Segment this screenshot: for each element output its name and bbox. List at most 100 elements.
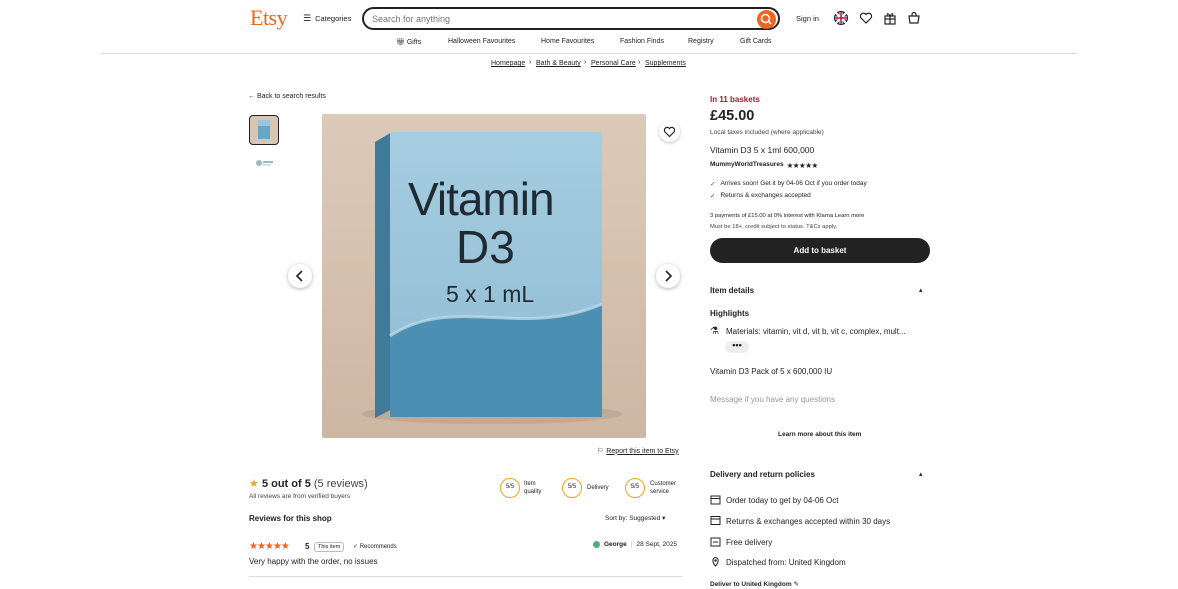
check-icon: ✓ [710,181,716,188]
search-icon [760,13,772,25]
verified-note: All reviews are from verified buyers [249,493,351,500]
klarna-note: Must be 18+, credit subject to status. T… [710,224,838,230]
customer-service-rating: 5/5 [625,478,645,498]
this-item-badge: This item [314,542,345,552]
reviewer-info: George | 28 Sept, 2025 [593,541,677,548]
basket-icon[interactable] [907,11,921,25]
deliver-to-label: Deliver to United Kingdom [710,581,792,588]
reviews-for-shop-tab[interactable]: Reviews for this shop [249,514,332,523]
dispatched-from-text: Dispatched from: United Kingdom [726,558,846,567]
learn-more-button[interactable]: Learn more about this item [778,431,861,438]
add-to-favourites-button[interactable] [659,121,680,142]
breadcrumb-separator: › [584,59,587,66]
nav-registry[interactable]: Registry [688,38,714,45]
klarna-info[interactable]: 3 payments of £15.00 at 0% interest with… [710,213,864,219]
message-seller-prompt[interactable]: Message if you have any questions [710,395,835,404]
calendar-icon [710,495,721,505]
item-details-toggle[interactable]: Item details [710,286,754,295]
nav-halloween[interactable]: Halloween Favourites [448,38,515,45]
breadcrumb-supplements[interactable]: Supplements [645,60,686,67]
nav-fashion-finds[interactable]: Fashion Finds [620,38,664,45]
categories-button[interactable]: ☰ Categories [303,13,351,24]
shop-info: MummyWorldTreasures ★★★★★ [710,161,818,170]
nav-gift-cards[interactable]: Gift Cards [740,38,772,45]
review-rating-number: 5 [305,542,310,551]
order-today-text: Order today to get by 04-06 Oct [726,496,839,505]
report-label: Report this item to Etsy [606,447,679,455]
check-icon: ✓ [710,193,716,200]
breadcrumb-bath-beauty[interactable]: Bath & Beauty [536,60,581,67]
heart-icon [663,126,676,138]
search-bar [362,7,780,30]
shop-name-link[interactable]: MummyWorldTreasures [710,161,784,170]
thumbnail-box-image [258,120,270,139]
review-divider [249,576,682,577]
etsy-logo[interactable]: Etsy [250,5,288,31]
box-label-d3: D3 [456,221,515,273]
in-baskets-label: In 11 baskets [710,95,760,104]
deliver-to-link[interactable]: Deliver to United Kingdom ✎ [710,580,799,588]
breadcrumb-personal-care[interactable]: Personal Care [591,60,636,67]
nav-gifts-label: Gifts [406,39,422,46]
recommends-label: ✓ Recommends [353,544,397,550]
returns-icon [710,516,721,525]
breadcrumb-homepage[interactable]: Homepage [491,60,525,67]
show-more-button[interactable]: ••• [725,341,749,353]
back-label: Back to search results [256,93,326,100]
delivery-rating: 5/5 [562,478,582,498]
add-to-basket-button[interactable]: Add to basket [710,238,930,263]
tax-note: Local taxes included (where applicable) [710,129,824,136]
sort-dropdown[interactable]: Sort by: Suggested ▾ [605,514,665,522]
review-summary: ★ 5 out of 5 (5 reviews) [249,477,368,490]
thumbnail-logo-image [256,160,273,166]
chevron-down-icon: ▾ [662,515,666,522]
delivery-policies-toggle[interactable]: Delivery and return policies [710,470,815,479]
avatar [593,541,600,548]
product-title: Vitamin D3 5 x 1ml 600,000 [710,145,815,155]
separator: | [630,541,633,548]
signin-link[interactable]: Sign in [796,14,819,23]
thumbnail-1[interactable] [249,115,279,145]
flag-icon: ⚐ [597,448,604,455]
star-icon: ★ [249,478,259,490]
previous-image-button[interactable] [288,264,312,288]
nav-home-favourites[interactable]: Home Favourites [541,38,594,45]
review-text: Very happy with the order, no issues [249,557,378,566]
returns-text: Returns & exchanges accepted [720,192,811,199]
materials-text: Materials: vitamin, vit d, vit b, vit c,… [726,327,906,336]
free-delivery-text: Free delivery [726,538,773,547]
chevron-up-icon[interactable]: ▴ [919,470,923,478]
gift-icon[interactable] [883,11,897,25]
product-main-image: Vitamin D3 5 x 1 mL [322,114,646,438]
item-description: Vitamin D3 Pack of 5 x 600,000 IU [710,367,833,376]
review-score: 5 out of 5 [261,478,311,490]
categories-label: Categories [315,14,352,23]
menu-icon: ☰ [303,13,312,23]
review-stars: ★★★★★ [249,541,290,552]
box-label-dose: 5 x 1 mL [446,281,535,307]
header-divider [101,53,1077,54]
next-image-button[interactable] [656,264,680,288]
materials-icon: ⚗︎ [710,326,719,337]
report-item-link[interactable]: ⚐ Report this item to Etsy [597,447,679,456]
search-button[interactable] [757,10,776,29]
vitamin-box-illustration [322,114,646,438]
thumbnail-2[interactable] [249,150,279,178]
breadcrumb-separator: › [529,59,532,66]
uk-flag-icon[interactable] [834,11,848,25]
reviewer-name[interactable]: George [604,541,627,548]
heart-icon[interactable] [859,11,873,25]
gift-icon: 🎁︎ [396,39,405,46]
arrives-text: Arrives soon! Get it by 04-06 Oct if you… [720,180,867,187]
price: £45.00 [710,108,755,124]
returns-window-text[interactable]: Returns & exchanges accepted within 30 d… [726,517,890,526]
highlights-heading: Highlights [710,309,750,318]
chevron-up-icon[interactable]: ▴ [919,286,923,294]
back-to-results-link[interactable]: ← Back to search results [248,93,326,100]
customer-service-label: Customer service [650,481,677,495]
chevron-left-icon [295,270,303,282]
arrives-row: ✓ Arrives soon! Get it by 04-06 Oct if y… [710,180,867,188]
nav-gifts[interactable]: 🎁︎ Gifts [396,38,421,46]
search-input[interactable] [372,13,752,25]
box-label-vitamin: Vitamin [408,173,555,225]
